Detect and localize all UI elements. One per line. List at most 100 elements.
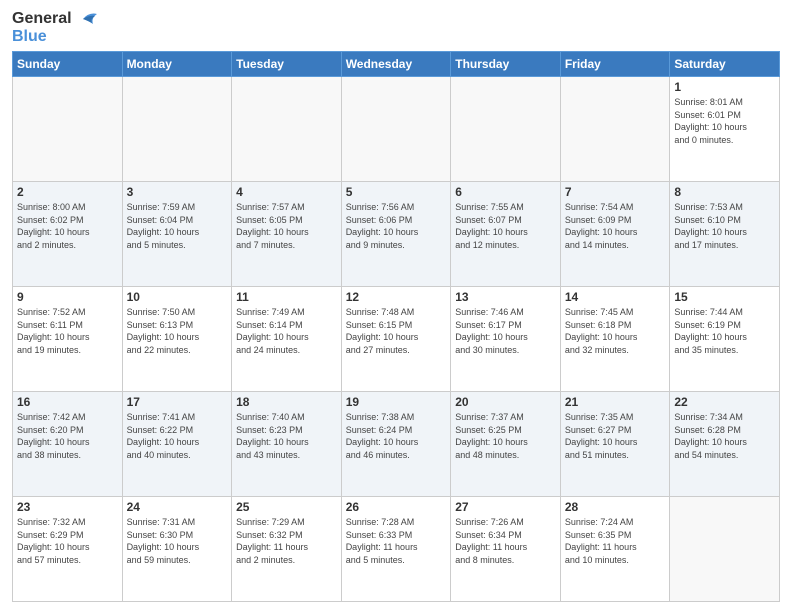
calendar-cell (232, 77, 342, 182)
page: General Blue SundayMondayTuesdayWednesda… (0, 0, 792, 612)
logo-bird-icon (75, 12, 97, 26)
weekday-header-row: SundayMondayTuesdayWednesdayThursdayFrid… (13, 52, 780, 77)
day-number: 28 (565, 500, 666, 514)
calendar-week-row: 1Sunrise: 8:01 AM Sunset: 6:01 PM Daylig… (13, 77, 780, 182)
day-number: 9 (17, 290, 118, 304)
day-info: Sunrise: 8:00 AM Sunset: 6:02 PM Dayligh… (17, 201, 118, 251)
calendar-cell: 25 Sunrise: 7:29 AM Sunset: 6:32 PM Dayli… (232, 497, 342, 602)
day-info: Sunrise: 7:40 AM Sunset: 6:23 PM Dayligh… (236, 411, 337, 461)
day-info: Sunrise: 7:46 AM Sunset: 6:17 PM Dayligh… (455, 306, 556, 356)
day-info: Sunrise: 7:42 AM Sunset: 6:20 PM Dayligh… (17, 411, 118, 461)
logo: General Blue (12, 10, 97, 45)
calendar-cell: 28 Sunrise: 7:24 AM Sunset: 6:35 PM Dayli… (560, 497, 670, 602)
calendar-cell: 14 Sunrise: 7:45 AM Sunset: 6:18 PM Dayli… (560, 287, 670, 392)
calendar-cell: 18 Sunrise: 7:40 AM Sunset: 6:23 PM Dayli… (232, 392, 342, 497)
day-number: 1 (674, 80, 775, 94)
calendar-cell: 10 Sunrise: 7:50 AM Sunset: 6:13 PM Dayli… (122, 287, 232, 392)
day-number: 18 (236, 395, 337, 409)
calendar-cell: 21 Sunrise: 7:35 AM Sunset: 6:27 PM Dayli… (560, 392, 670, 497)
weekday-header-tuesday: Tuesday (232, 52, 342, 77)
day-number: 13 (455, 290, 556, 304)
calendar-cell: 20 Sunrise: 7:37 AM Sunset: 6:25 PM Dayli… (451, 392, 561, 497)
day-number: 20 (455, 395, 556, 409)
calendar-cell: 19Sunrise: 7:38 AM Sunset: 6:24 PM Dayli… (341, 392, 451, 497)
calendar-cell: 7 Sunrise: 7:54 AM Sunset: 6:09 PM Daylig… (560, 182, 670, 287)
calendar-cell: 1Sunrise: 8:01 AM Sunset: 6:01 PM Daylig… (670, 77, 780, 182)
day-number: 25 (236, 500, 337, 514)
day-number: 14 (565, 290, 666, 304)
calendar-week-row: 23 Sunrise: 7:32 AM Sunset: 6:29 PM Dayli… (13, 497, 780, 602)
calendar-cell: 8 Sunrise: 7:53 AM Sunset: 6:10 PM Daylig… (670, 182, 780, 287)
day-info: Sunrise: 7:41 AM Sunset: 6:22 PM Dayligh… (127, 411, 228, 461)
calendar-cell: 22 Sunrise: 7:34 AM Sunset: 6:28 PM Dayli… (670, 392, 780, 497)
calendar-week-row: 16 Sunrise: 7:42 AM Sunset: 6:20 PM Dayli… (13, 392, 780, 497)
calendar-cell (122, 77, 232, 182)
day-number: 2 (17, 185, 118, 199)
day-info: Sunrise: 7:54 AM Sunset: 6:09 PM Dayligh… (565, 201, 666, 251)
day-number: 17 (127, 395, 228, 409)
day-number: 7 (565, 185, 666, 199)
calendar-cell: 12 Sunrise: 7:48 AM Sunset: 6:15 PM Dayli… (341, 287, 451, 392)
day-number: 6 (455, 185, 556, 199)
day-info: Sunrise: 7:31 AM Sunset: 6:30 PM Dayligh… (127, 516, 228, 566)
calendar-cell: 3 Sunrise: 7:59 AM Sunset: 6:04 PM Daylig… (122, 182, 232, 287)
calendar-cell: 27 Sunrise: 7:26 AM Sunset: 6:34 PM Dayli… (451, 497, 561, 602)
day-info: Sunrise: 7:49 AM Sunset: 6:14 PM Dayligh… (236, 306, 337, 356)
weekday-header-monday: Monday (122, 52, 232, 77)
day-number: 23 (17, 500, 118, 514)
day-info: Sunrise: 7:26 AM Sunset: 6:34 PM Dayligh… (455, 516, 556, 566)
calendar-cell: 4Sunrise: 7:57 AM Sunset: 6:05 PM Daylig… (232, 182, 342, 287)
day-number: 16 (17, 395, 118, 409)
day-info: Sunrise: 7:44 AM Sunset: 6:19 PM Dayligh… (674, 306, 775, 356)
calendar-cell: 2 Sunrise: 8:00 AM Sunset: 6:02 PM Daylig… (13, 182, 123, 287)
calendar-cell: 16 Sunrise: 7:42 AM Sunset: 6:20 PM Dayli… (13, 392, 123, 497)
day-info: Sunrise: 7:35 AM Sunset: 6:27 PM Dayligh… (565, 411, 666, 461)
day-number: 11 (236, 290, 337, 304)
calendar-table: SundayMondayTuesdayWednesdayThursdayFrid… (12, 51, 780, 602)
calendar-cell: 13 Sunrise: 7:46 AM Sunset: 6:17 PM Dayli… (451, 287, 561, 392)
day-info: Sunrise: 7:48 AM Sunset: 6:15 PM Dayligh… (346, 306, 447, 356)
day-number: 10 (127, 290, 228, 304)
header: General Blue (12, 10, 780, 45)
weekday-header-saturday: Saturday (670, 52, 780, 77)
day-number: 21 (565, 395, 666, 409)
calendar-cell: 9Sunrise: 7:52 AM Sunset: 6:11 PM Daylig… (13, 287, 123, 392)
day-number: 15 (674, 290, 775, 304)
calendar-cell (670, 497, 780, 602)
day-info: Sunrise: 7:53 AM Sunset: 6:10 PM Dayligh… (674, 201, 775, 251)
calendar-cell: 24 Sunrise: 7:31 AM Sunset: 6:30 PM Dayli… (122, 497, 232, 602)
day-info: Sunrise: 7:50 AM Sunset: 6:13 PM Dayligh… (127, 306, 228, 356)
day-info: Sunrise: 7:34 AM Sunset: 6:28 PM Dayligh… (674, 411, 775, 461)
calendar-week-row: 9Sunrise: 7:52 AM Sunset: 6:11 PM Daylig… (13, 287, 780, 392)
day-info: Sunrise: 7:28 AM Sunset: 6:33 PM Dayligh… (346, 516, 447, 566)
day-info: Sunrise: 7:59 AM Sunset: 6:04 PM Dayligh… (127, 201, 228, 251)
logo-text: General Blue (12, 10, 97, 45)
calendar-cell (451, 77, 561, 182)
calendar-cell: 17 Sunrise: 7:41 AM Sunset: 6:22 PM Dayli… (122, 392, 232, 497)
day-info: Sunrise: 7:32 AM Sunset: 6:29 PM Dayligh… (17, 516, 118, 566)
calendar-cell: 6Sunrise: 7:55 AM Sunset: 6:07 PM Daylig… (451, 182, 561, 287)
weekday-header-wednesday: Wednesday (341, 52, 451, 77)
calendar-cell: 5 Sunrise: 7:56 AM Sunset: 6:06 PM Daylig… (341, 182, 451, 287)
calendar-cell: 15 Sunrise: 7:44 AM Sunset: 6:19 PM Dayli… (670, 287, 780, 392)
day-number: 8 (674, 185, 775, 199)
weekday-header-sunday: Sunday (13, 52, 123, 77)
calendar-cell (13, 77, 123, 182)
day-info: Sunrise: 7:56 AM Sunset: 6:06 PM Dayligh… (346, 201, 447, 251)
calendar-cell (341, 77, 451, 182)
day-number: 3 (127, 185, 228, 199)
day-info: Sunrise: 7:57 AM Sunset: 6:05 PM Dayligh… (236, 201, 337, 251)
calendar-cell (560, 77, 670, 182)
day-info: Sunrise: 7:24 AM Sunset: 6:35 PM Dayligh… (565, 516, 666, 566)
day-number: 27 (455, 500, 556, 514)
day-number: 12 (346, 290, 447, 304)
weekday-header-friday: Friday (560, 52, 670, 77)
day-number: 22 (674, 395, 775, 409)
day-info: Sunrise: 7:45 AM Sunset: 6:18 PM Dayligh… (565, 306, 666, 356)
day-number: 5 (346, 185, 447, 199)
day-number: 26 (346, 500, 447, 514)
day-number: 24 (127, 500, 228, 514)
calendar-week-row: 2 Sunrise: 8:00 AM Sunset: 6:02 PM Daylig… (13, 182, 780, 287)
day-info: Sunrise: 7:29 AM Sunset: 6:32 PM Dayligh… (236, 516, 337, 566)
day-info: Sunrise: 7:37 AM Sunset: 6:25 PM Dayligh… (455, 411, 556, 461)
